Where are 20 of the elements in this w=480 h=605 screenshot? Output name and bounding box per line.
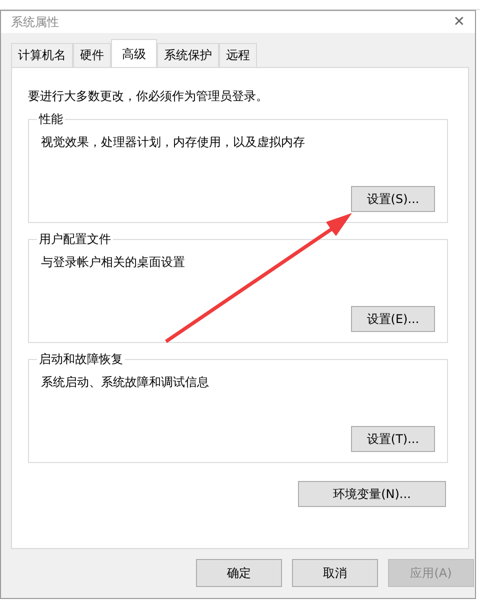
tab[interactable]: 计算机名: [11, 43, 73, 67]
group-title: 启动和故障恢复: [37, 351, 125, 368]
window-title: 系统属性: [11, 14, 59, 30]
group-description: 与登录帐户相关的桌面设置: [41, 254, 186, 271]
notice-text: 要进行大多数更改，你必须作为管理员登录。: [28, 88, 269, 105]
tab[interactable]: 硬件: [73, 43, 111, 67]
group-title: 性能: [37, 111, 65, 128]
settings-button[interactable]: 设置(S)...: [351, 186, 435, 212]
group-title: 用户配置文件: [37, 231, 113, 248]
group-description: 系统启动、系统故障和调试信息: [41, 374, 210, 391]
dialog-button[interactable]: 确定: [196, 559, 282, 587]
tab[interactable]: 系统保护: [157, 43, 219, 67]
close-button[interactable]: ✕: [453, 14, 465, 30]
tab[interactable]: 高级: [111, 39, 157, 67]
group-description: 视觉效果，处理器计划，内存使用，以及虚拟内存: [41, 134, 306, 151]
settings-button[interactable]: 设置(T)...: [351, 426, 435, 452]
environment-variables-button[interactable]: 环境变量(N)...: [298, 481, 446, 507]
dialog-button[interactable]: 取消: [292, 559, 378, 587]
tab[interactable]: 远程: [219, 43, 257, 67]
settings-button[interactable]: 设置(E)...: [351, 306, 435, 332]
